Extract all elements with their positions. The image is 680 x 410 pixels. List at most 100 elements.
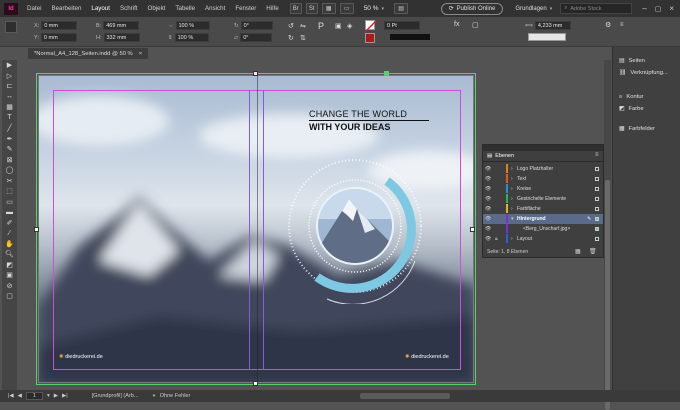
scale-y-field[interactable]: ⇕ 100 % xyxy=(168,33,209,42)
selection-square-icon[interactable] xyxy=(595,166,599,171)
size-field[interactable]: ⟺ 4,233 mm xyxy=(525,21,571,30)
preflight-status[interactable]: Ohne Fehler xyxy=(160,393,191,399)
rotate-cw-icon[interactable]: ↻ xyxy=(288,34,294,42)
zoom-level[interactable]: 50 % xyxy=(364,5,379,12)
selection-square-icon[interactable] xyxy=(595,196,599,201)
visibility-eye-icon[interactable]: 👁︎ xyxy=(485,186,495,192)
zoom-tool-icon[interactable]: 🔍︎ xyxy=(2,249,17,260)
search-input[interactable]: ⌕ Adobe Stock xyxy=(560,3,633,14)
scroll-thumb[interactable] xyxy=(605,180,610,410)
horizontal-scroll-thumb[interactable] xyxy=(360,393,450,399)
scale-x-field[interactable]: ⇔ 100 % xyxy=(168,21,210,30)
formatting-icon[interactable]: ▣ xyxy=(2,270,17,281)
p-icon[interactable]: P xyxy=(318,21,324,31)
apply-none-icon[interactable]: ⊘ xyxy=(2,281,17,292)
vertical-scrollbar[interactable] xyxy=(604,60,611,410)
free-transform-tool-icon[interactable]: ⬚ xyxy=(2,186,17,197)
gap-tool-icon[interactable]: ↔ xyxy=(2,92,17,103)
scissors-tool-icon[interactable]: ✂ xyxy=(2,176,17,187)
layer-row[interactable]: 👁︎ <Berg_Unscharf.jpg> xyxy=(483,224,603,234)
prev-page-icon[interactable]: ◀ xyxy=(18,393,22,399)
chevron-down-icon[interactable]: ▾ xyxy=(382,6,385,12)
fill-swatch[interactable] xyxy=(365,20,377,32)
menu-fenster[interactable]: Fenster xyxy=(230,5,261,12)
menu-tabelle[interactable]: Tabelle xyxy=(170,5,200,12)
eyedropper-tool-icon[interactable]: ⁄ xyxy=(2,228,17,239)
type-tool-icon[interactable]: T xyxy=(2,113,17,124)
stock-icon[interactable]: St xyxy=(305,3,318,14)
close-icon[interactable]: × xyxy=(669,4,674,13)
line-tool-icon[interactable]: ╱ xyxy=(2,123,17,134)
frame-fitting-swatch[interactable] xyxy=(528,33,566,41)
visibility-eye-icon[interactable]: 👁︎ xyxy=(485,196,495,202)
layer-row[interactable]: 👁︎ › Logo Platzhalter xyxy=(483,164,603,174)
headline-block[interactable]: CHANGE THE WORLD WITH YOUR IDEAS xyxy=(309,109,429,132)
stroke-swatch[interactable] xyxy=(365,33,375,43)
fill-stroke-icon[interactable]: ◩ xyxy=(2,260,17,271)
arrange-documents-icon[interactable]: ▤ xyxy=(394,3,409,14)
bridge-icon[interactable]: Br xyxy=(289,3,302,14)
chevron-down-icon[interactable]: ▾ xyxy=(47,393,50,399)
note-tool-icon[interactable]: ✐ xyxy=(2,218,17,229)
maximize-icon[interactable]: ▢ xyxy=(655,5,662,13)
stroke-type-swatch[interactable] xyxy=(390,34,430,40)
layers-tab[interactable]: ▤ Ebenen xyxy=(487,151,514,161)
direct-selection-tool-icon[interactable]: ▷ xyxy=(2,71,17,82)
document-spread[interactable]: CHANGE THE WORLD WITH YOUR IDEAS ✺ diedr… xyxy=(38,75,474,383)
ellipse-tool-icon[interactable]: ◯ xyxy=(2,165,17,176)
visibility-eye-icon[interactable]: 👁︎ xyxy=(485,216,495,222)
width-field[interactable]: B: 469 mm xyxy=(96,21,140,30)
document-tab[interactable]: *Normal_A4_128_Seiten.indd @ 50 % × xyxy=(28,48,149,59)
layer-row[interactable]: 👁︎ › Text xyxy=(483,174,603,184)
view-options-icon[interactable]: ▦ xyxy=(321,3,336,14)
height-field[interactable]: H: 332 mm xyxy=(96,33,140,42)
selection-handle[interactable] xyxy=(253,71,258,76)
stroke-weight-field[interactable]: 0 Pt xyxy=(384,21,420,30)
publish-online-button[interactable]: ⟳ Publish Online xyxy=(440,2,504,15)
visibility-eye-icon[interactable]: 👁︎ xyxy=(485,166,495,172)
menu-datei[interactable]: Datei xyxy=(22,5,46,12)
menu-ansicht[interactable]: Ansicht xyxy=(200,5,230,12)
workspace-switcher[interactable]: Grundlagen xyxy=(515,6,546,12)
rotation-field[interactable]: ↻ 0° xyxy=(234,21,273,30)
panel-menu-icon[interactable]: ≡ xyxy=(620,22,624,28)
pencil-tool-icon[interactable]: ✎ xyxy=(2,144,17,155)
layer-row[interactable]: 👁︎ 🔒︎ › Layout xyxy=(483,234,603,244)
first-page-icon[interactable]: |◀ xyxy=(8,393,14,399)
last-page-icon[interactable]: ▶| xyxy=(62,393,68,399)
selection-square-icon[interactable] xyxy=(595,216,599,221)
pages-panel-item[interactable]: ▤ Seiten xyxy=(613,55,680,67)
next-page-icon[interactable]: ▶ xyxy=(54,393,58,399)
flip-vertical-icon[interactable]: ⇅ xyxy=(300,34,306,42)
selection-square-icon[interactable] xyxy=(595,206,599,211)
visibility-eye-icon[interactable]: 👁︎ xyxy=(485,176,495,182)
layer-row[interactable]: 👁︎ › Kreise xyxy=(483,184,603,194)
page-tool-icon[interactable]: ⊏ xyxy=(2,81,17,92)
x-field[interactable]: X: 0 mm xyxy=(34,21,78,30)
select-content-icon[interactable]: ◈ xyxy=(347,22,352,30)
reference-point-icon[interactable] xyxy=(5,21,17,33)
menu-hilfe[interactable]: Hilfe xyxy=(261,5,283,12)
fx-icon[interactable]: fx xyxy=(454,21,459,28)
page-number-field[interactable]: 1 xyxy=(25,392,43,400)
links-panel-item[interactable]: ⛓ Verknüpfung... xyxy=(613,67,680,79)
menu-bearbeiten[interactable]: Bearbeiten xyxy=(46,5,86,12)
menu-objekt[interactable]: Objekt xyxy=(143,5,171,12)
content-collector-icon[interactable]: ▦ xyxy=(2,102,17,113)
selection-handle[interactable] xyxy=(34,227,39,232)
color-panel-item[interactable]: ◩ Farbe xyxy=(613,103,680,115)
shear-field[interactable]: ▱ 0° xyxy=(234,33,273,42)
panel-menu-icon[interactable]: ≡ xyxy=(595,152,599,158)
menu-layout[interactable]: Layout xyxy=(86,5,115,12)
flip-horizontal-icon[interactable]: ⇋ xyxy=(300,22,306,30)
lock-icon[interactable]: 🔒︎ xyxy=(495,236,503,242)
select-container-icon[interactable]: ▣ xyxy=(335,22,342,30)
selection-tool-icon[interactable]: ▶ xyxy=(2,60,17,71)
selection-handle[interactable] xyxy=(384,71,389,76)
layer-row[interactable]: 👁︎ › Farbfläche xyxy=(483,204,603,214)
visibility-eye-icon[interactable]: 👁︎ xyxy=(485,236,495,242)
trash-icon[interactable]: 🗑︎ xyxy=(589,248,597,255)
gradient-tool-icon[interactable]: ▭ xyxy=(2,197,17,208)
selection-handle[interactable] xyxy=(253,381,258,386)
selection-handle[interactable] xyxy=(470,227,475,232)
